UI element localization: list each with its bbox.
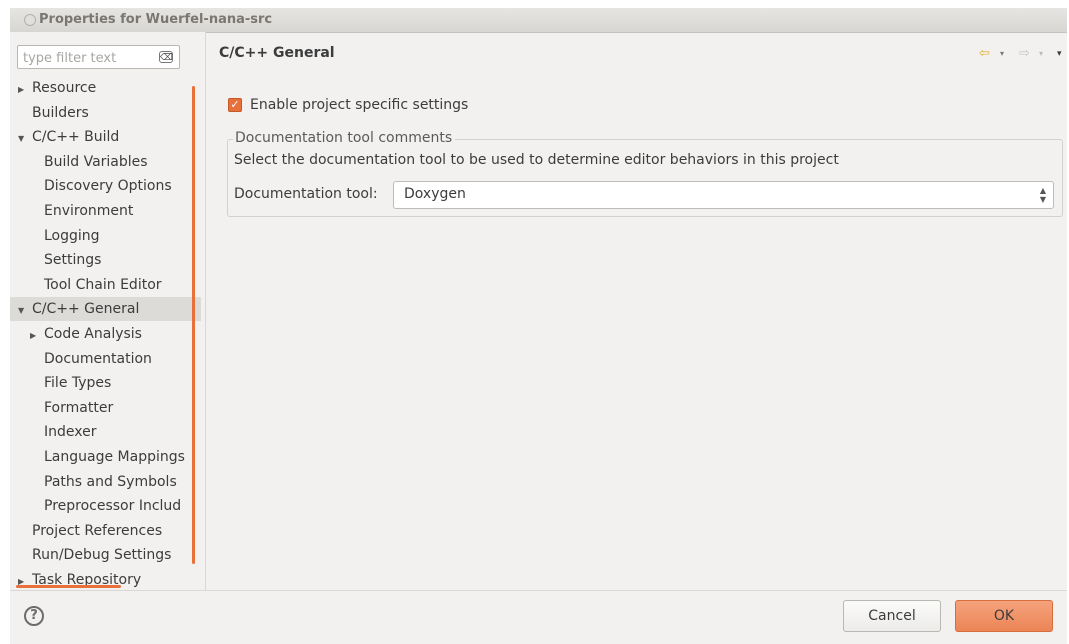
tree-item-label: Discovery Options bbox=[44, 178, 172, 195]
documentation-tool-select[interactable]: Doxygen ▲ ▼ bbox=[393, 181, 1054, 209]
filter-input[interactable] bbox=[21, 48, 155, 68]
tree-item[interactable]: Project References bbox=[18, 519, 162, 543]
tree-vertical-scrollbar[interactable] bbox=[192, 86, 195, 564]
tree-item-label: Code Analysis bbox=[44, 326, 142, 342]
tree-item-label: Paths and Symbols bbox=[44, 473, 177, 490]
tree-item[interactable]: ▶ Code Analysis bbox=[30, 322, 142, 346]
back-arrow-icon[interactable]: ⇦ bbox=[979, 44, 990, 64]
tree-item-label: Run/Debug Settings bbox=[32, 547, 172, 564]
back-dropdown-icon[interactable]: ▾ bbox=[1000, 44, 1004, 64]
tree-item-label: Language Mappings bbox=[44, 449, 185, 465]
tree-item-label: C/C++ Build bbox=[32, 129, 120, 146]
tree-item-label: Preprocessor Includ bbox=[44, 498, 182, 515]
tree-item[interactable]: Indexer bbox=[30, 420, 96, 444]
tree-item[interactable]: Builders bbox=[18, 101, 89, 125]
tree-item-label: Logging bbox=[44, 227, 100, 244]
window-title: Properties for Wuerfel-nana-src bbox=[39, 12, 273, 27]
tree-item-label: Builders bbox=[32, 104, 89, 121]
help-icon[interactable]: ? bbox=[24, 606, 44, 626]
forward-arrow-icon[interactable]: ⇨ bbox=[1019, 44, 1030, 64]
tree-item[interactable]: Environment bbox=[30, 199, 133, 223]
view-menu-icon[interactable]: ▾ bbox=[1057, 44, 1062, 64]
group-description: Select the documentation tool to be used… bbox=[234, 152, 839, 168]
tree-item[interactable]: File Types bbox=[30, 371, 111, 395]
forward-dropdown-icon[interactable]: ▾ bbox=[1039, 44, 1043, 64]
ok-button[interactable]: OK bbox=[955, 600, 1053, 632]
title-bar[interactable]: Properties for Wuerfel-nana-src bbox=[10, 8, 1067, 33]
enable-project-settings-label: Enable project specific settings bbox=[250, 97, 469, 113]
footer-separator bbox=[10, 590, 1067, 591]
documentation-tool-value: Doxygen bbox=[404, 186, 466, 202]
tree-item[interactable]: Settings bbox=[30, 248, 101, 272]
tree-item-label: Project References bbox=[32, 522, 163, 539]
cancel-button[interactable]: Cancel bbox=[843, 600, 941, 632]
tree-item-label: C/C++ General bbox=[32, 301, 140, 318]
tree-item[interactable]: Tool Chain Editor bbox=[30, 273, 162, 297]
tree-item-label: Resource bbox=[32, 80, 97, 96]
tree-item-label: Environment bbox=[44, 203, 134, 219]
expand-arrow-icon[interactable]: ▶ bbox=[18, 78, 32, 102]
updown-arrows-icon: ▲ ▼ bbox=[1039, 186, 1046, 204]
tree-item[interactable]: ▼ C/C++ General bbox=[10, 297, 201, 323]
navigation-controls: ⇦ ▾ ⇨ ▾ ▾ bbox=[977, 44, 1067, 64]
tree-item-label: Indexer bbox=[44, 424, 97, 441]
tree-item[interactable]: Discovery Options bbox=[30, 174, 172, 198]
tree-item[interactable]: Documentation bbox=[30, 347, 152, 371]
collapse-arrow-icon[interactable]: ▼ bbox=[18, 299, 32, 323]
tree-item-label: Build Variables bbox=[44, 153, 148, 170]
tree-horizontal-scrollbar[interactable] bbox=[16, 585, 121, 588]
properties-dialog: Properties for Wuerfel-nana-src ⌫ ▶Resou… bbox=[10, 8, 1067, 644]
group-legend: Documentation tool comments bbox=[233, 130, 456, 146]
expand-arrow-icon[interactable]: ▶ bbox=[30, 324, 44, 348]
tree-item[interactable]: Paths and Symbols bbox=[30, 470, 177, 494]
tree-item-label: Settings bbox=[44, 252, 102, 269]
tree-item[interactable]: Preprocessor Includ bbox=[30, 494, 181, 518]
page-title: C/C++ General bbox=[219, 45, 335, 61]
documentation-tool-group: Documentation tool comments Select the d… bbox=[227, 130, 1063, 217]
filter-box[interactable]: ⌫ bbox=[17, 45, 180, 69]
tree-item[interactable]: ▼ C/C++ Build bbox=[18, 125, 119, 149]
tree-item[interactable]: Build Variables bbox=[30, 150, 148, 174]
tree-item[interactable]: ▶ Resource bbox=[18, 76, 96, 100]
tree-item[interactable]: Formatter bbox=[30, 396, 113, 420]
tree-item[interactable]: Run/Debug Settings bbox=[18, 543, 171, 567]
clear-filter-icon[interactable]: ⌫ bbox=[159, 51, 173, 63]
tree-item-label: File Types bbox=[44, 375, 112, 392]
tree-item-label: Formatter bbox=[44, 399, 114, 416]
documentation-tool-label: Documentation tool: bbox=[234, 186, 378, 202]
collapse-arrow-icon[interactable]: ▼ bbox=[18, 127, 32, 151]
enable-project-settings-checkbox[interactable]: ✓ bbox=[228, 98, 242, 112]
tree-item[interactable]: Logging bbox=[30, 224, 100, 248]
left-pane: ⌫ ▶ResourceBuilders▼C/C++ BuildBuild Var… bbox=[10, 32, 205, 590]
window-icon bbox=[24, 14, 36, 26]
tree-item-label: Documentation bbox=[44, 350, 152, 367]
tree-item-label: Tool Chain Editor bbox=[44, 276, 162, 293]
right-pane: C/C++ General ⇦ ▾ ⇨ ▾ ▾ ✓ Enable project… bbox=[206, 32, 1067, 590]
tree-item[interactable]: Language Mappings bbox=[30, 445, 185, 469]
